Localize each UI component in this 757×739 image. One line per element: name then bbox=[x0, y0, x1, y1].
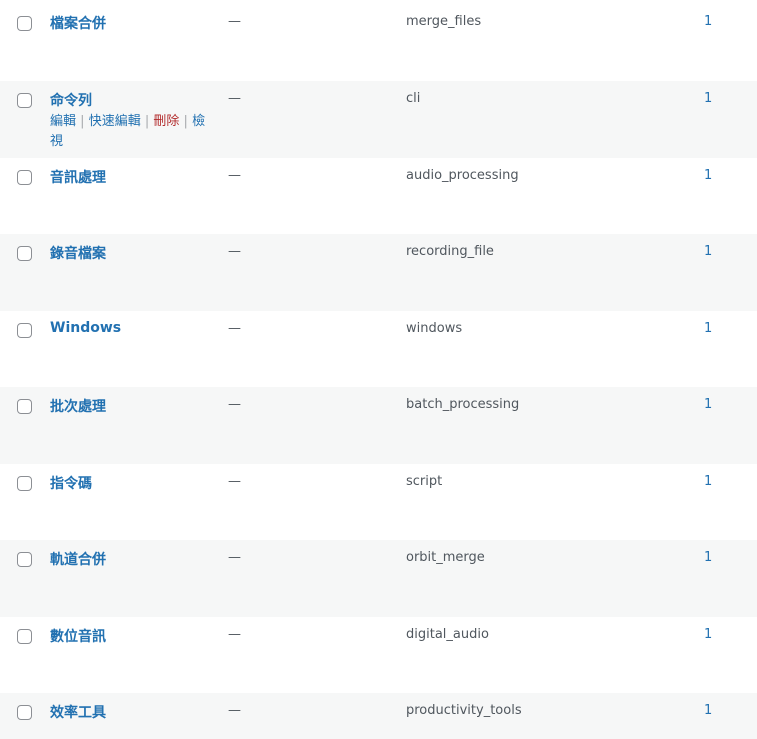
tag-slug: cli bbox=[406, 91, 421, 106]
tag-description: — bbox=[228, 550, 241, 565]
tag-description: — bbox=[228, 321, 241, 336]
tag-slug: productivity_tools bbox=[406, 703, 522, 718]
tag-count-link[interactable]: 1 bbox=[704, 627, 712, 642]
row-checkbox[interactable] bbox=[17, 629, 32, 644]
row-checkbox[interactable] bbox=[17, 170, 32, 185]
table-row: 效率工具 — productivity_tools 1 bbox=[0, 693, 757, 739]
table-row: 命令列 編輯 | 快速編輯 | 刪除 | 檢視 — cli 1 bbox=[0, 81, 757, 158]
tag-slug: orbit_merge bbox=[406, 550, 485, 565]
action-separator: | bbox=[80, 114, 85, 129]
tag-name-link[interactable]: 命令列 bbox=[50, 90, 92, 110]
tag-description: — bbox=[228, 91, 241, 106]
table-row: 數位音訊 — digital_audio 1 bbox=[0, 617, 757, 694]
table-row: 錄音檔案 — recording_file 1 bbox=[0, 234, 757, 311]
delete-link[interactable]: 刪除 bbox=[153, 114, 179, 129]
tag-description: — bbox=[228, 244, 241, 259]
tag-count-link[interactable]: 1 bbox=[704, 14, 712, 29]
row-checkbox[interactable] bbox=[17, 399, 32, 414]
tag-name-link[interactable]: 音訊處理 bbox=[50, 167, 106, 187]
tag-name-link[interactable]: 數位音訊 bbox=[50, 626, 106, 646]
tag-slug: merge_files bbox=[406, 14, 482, 29]
tag-name-link[interactable]: Windows bbox=[50, 320, 121, 336]
quick-edit-link[interactable]: 快速編輯 bbox=[89, 114, 141, 129]
tag-count-link[interactable]: 1 bbox=[704, 397, 712, 412]
tag-description: — bbox=[228, 474, 241, 489]
tag-count-link[interactable]: 1 bbox=[704, 244, 712, 259]
table-row: 音訊處理 — audio_processing 1 bbox=[0, 158, 757, 235]
tag-slug: script bbox=[406, 474, 443, 489]
table-row: 指令碼 — script 1 bbox=[0, 464, 757, 541]
tag-count-link[interactable]: 1 bbox=[704, 168, 712, 183]
row-checkbox[interactable] bbox=[17, 16, 32, 31]
row-checkbox[interactable] bbox=[17, 93, 32, 108]
tag-slug: recording_file bbox=[406, 244, 494, 259]
tag-name-link[interactable]: 批次處理 bbox=[50, 396, 106, 416]
row-checkbox[interactable] bbox=[17, 705, 32, 720]
table-row: 軌道合併 — orbit_merge 1 bbox=[0, 540, 757, 617]
tag-count-link[interactable]: 1 bbox=[704, 321, 712, 336]
tag-description: — bbox=[228, 397, 241, 412]
tags-table: 檔案合併 — merge_files 1 命令列 編輯 | 快速編輯 | 刪除 … bbox=[0, 0, 757, 739]
tag-slug: windows bbox=[406, 321, 463, 336]
tag-name-link[interactable]: 效率工具 bbox=[50, 702, 106, 722]
tag-description: — bbox=[228, 168, 241, 183]
tag-slug: audio_processing bbox=[406, 168, 519, 183]
tag-count-link[interactable]: 1 bbox=[704, 550, 712, 565]
row-checkbox[interactable] bbox=[17, 246, 32, 261]
table-row: 批次處理 — batch_processing 1 bbox=[0, 387, 757, 464]
row-actions: 編輯 | 快速編輯 | 刪除 | 檢視 bbox=[50, 112, 215, 152]
tag-description: — bbox=[228, 703, 241, 718]
row-checkbox[interactable] bbox=[17, 323, 32, 338]
tag-count-link[interactable]: 1 bbox=[704, 474, 712, 489]
tag-count-link[interactable]: 1 bbox=[704, 91, 712, 106]
action-separator: | bbox=[144, 114, 150, 129]
tag-name-link[interactable]: 指令碼 bbox=[50, 473, 92, 493]
tag-name-link[interactable]: 軌道合併 bbox=[50, 549, 106, 569]
tag-slug: digital_audio bbox=[406, 627, 489, 642]
action-separator: | bbox=[183, 114, 188, 129]
tag-count-link[interactable]: 1 bbox=[704, 703, 712, 718]
tag-slug: batch_processing bbox=[406, 397, 520, 412]
table-row: 檔案合併 — merge_files 1 bbox=[0, 4, 757, 81]
tag-name-link[interactable]: 錄音檔案 bbox=[50, 243, 106, 263]
edit-link[interactable]: 編輯 bbox=[50, 114, 76, 129]
tag-description: — bbox=[228, 14, 241, 29]
tag-name-link[interactable]: 檔案合併 bbox=[50, 13, 106, 33]
tag-description: — bbox=[228, 627, 241, 642]
row-checkbox[interactable] bbox=[17, 476, 32, 491]
row-checkbox[interactable] bbox=[17, 552, 32, 567]
table-row: Windows — windows 1 bbox=[0, 311, 757, 388]
